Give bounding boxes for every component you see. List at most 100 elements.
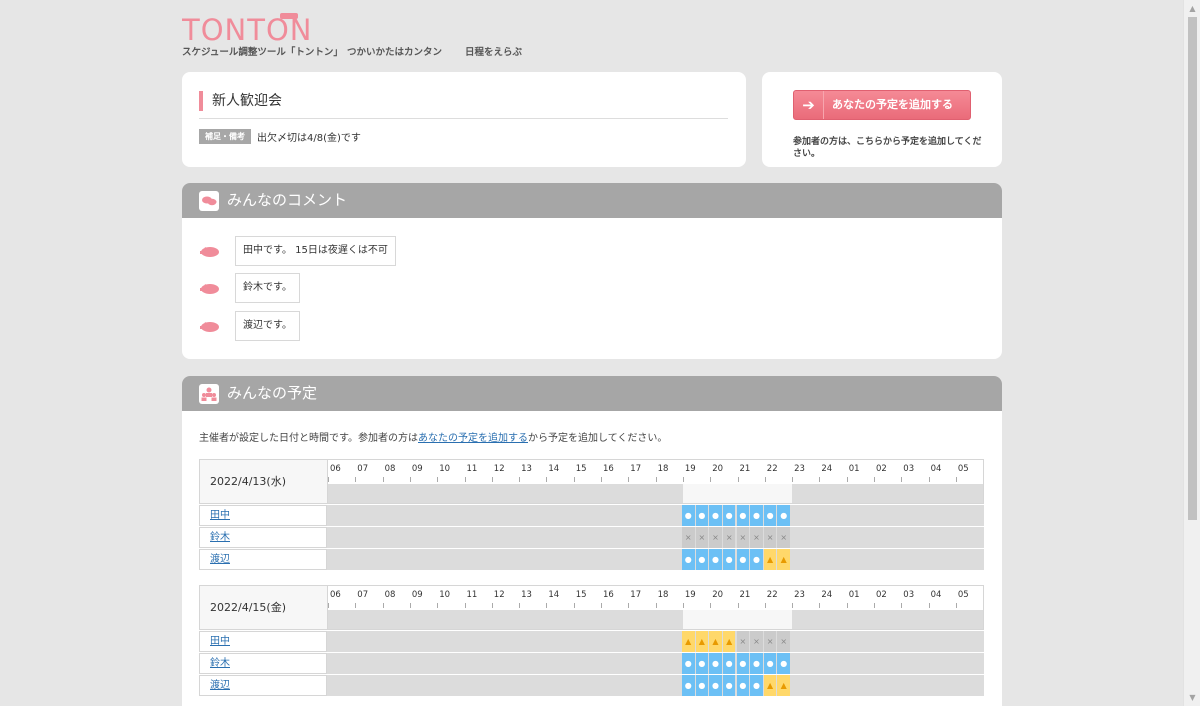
hour-label: 08 xyxy=(384,590,396,600)
nav-howto[interactable]: つかいかたはカンタン xyxy=(347,44,442,58)
comment-bubble: 田中です。 15日は夜遅くは不可 xyxy=(235,236,396,266)
scroll-down-icon[interactable]: ▼ xyxy=(1184,689,1200,706)
person-availability-bar: ▲ ▲ ▲ ▲ × × × × xyxy=(327,631,984,652)
hour-tick xyxy=(573,603,575,608)
date-label: 2022/4/13(水) xyxy=(200,460,328,503)
logo[interactable]: TONTON xyxy=(181,13,322,47)
hour-label: 19 xyxy=(684,464,696,474)
hour-label: 14 xyxy=(548,464,560,474)
hour-tick xyxy=(874,477,875,482)
hour-tick xyxy=(355,603,357,608)
availability-slot-ng: × xyxy=(750,631,763,652)
hour-tick xyxy=(328,603,329,608)
hour-label: 11 xyxy=(466,464,478,474)
hour-label: 09 xyxy=(411,590,423,600)
hour-tick xyxy=(464,477,466,482)
comment-item: 鈴木です。 xyxy=(199,273,300,303)
open-time-range xyxy=(682,610,793,629)
comments-title: みんなのコメント xyxy=(227,191,348,209)
comment-bubble: 渡辺です。 xyxy=(235,311,300,341)
hour-label: 14 xyxy=(548,590,560,600)
availability-slot-ok: ● xyxy=(777,653,791,674)
person-row: 渡辺 ● ● ● ● ● ● ▲ ▲ xyxy=(199,675,984,696)
logo-image: TONTON xyxy=(181,13,311,47)
date-header-row: 2022/4/15(金) 06 07 08 09 10 11 12 13 14 15 16 17 18 19… xyxy=(199,585,984,630)
person-availability-bar: ● ● ● ● ● ● ▲ ▲ xyxy=(327,549,984,570)
hour-tick xyxy=(519,603,521,608)
scroll-thumb[interactable] xyxy=(1188,17,1197,520)
person-name-link[interactable]: 田中 xyxy=(210,636,230,647)
schedule-intro: 主催者が設定した日付と時間です。参加者の方はあなたの予定を追加するから予定を追加… xyxy=(199,429,667,444)
note-text: 出欠〆切は4/8(金)です xyxy=(257,133,361,144)
hour-tick xyxy=(573,477,575,482)
hour-tick xyxy=(601,603,602,608)
add-schedule-link[interactable]: あなたの予定を追加する xyxy=(418,433,528,444)
hour-tick xyxy=(601,477,602,482)
intro-text: 主催者が設定した日付と時間です。参加者の方は xyxy=(199,433,418,444)
hour-label: 23 xyxy=(794,590,805,600)
hour-tick xyxy=(846,477,848,482)
person-name-link[interactable]: 渡辺 xyxy=(210,554,230,565)
note-badge: 補足・備考 xyxy=(199,129,251,144)
availability-slot-ok: ● xyxy=(695,505,709,526)
hour-tick xyxy=(382,603,384,608)
pig-icon xyxy=(200,247,219,257)
hour-label: 06 xyxy=(330,590,341,600)
hour-label: 16 xyxy=(603,464,614,474)
hour-tick xyxy=(409,603,411,608)
person-row: 鈴木 ● ● ● ● ● ● ● ● xyxy=(199,653,984,674)
availability-slot-ng: × xyxy=(750,527,763,548)
hour-label: 13 xyxy=(521,464,532,474)
timeline-bar xyxy=(328,484,983,503)
person-availability-bar: ● ● ● ● ● ● ● ● xyxy=(327,653,984,674)
comment-item: 田中です。 15日は夜遅くは不可 xyxy=(199,236,396,266)
availability-slot-ok: ● xyxy=(750,653,763,674)
hour-label: 17 xyxy=(630,590,642,600)
event-note: 補足・備考 出欠〆切は4/8(金)です xyxy=(199,129,361,144)
nav-choose-date[interactable]: 日程をえらぶ xyxy=(465,44,522,58)
event-title: 新人歓迎会 xyxy=(199,91,282,111)
add-schedule-button[interactable]: ➔ あなたの予定を追加する xyxy=(793,90,971,120)
intro-text-end: から予定を追加してください。 xyxy=(528,433,668,444)
person-name-link[interactable]: 鈴木 xyxy=(210,658,230,669)
person-availability-bar: ● ● ● ● ● ● ● ● xyxy=(327,505,984,526)
hour-label: 10 xyxy=(439,590,451,600)
person-row: 渡辺 ● ● ● ● ● ● ▲ ▲ xyxy=(199,549,984,570)
availability-slot-ng: × xyxy=(777,527,791,548)
hour-label: 10 xyxy=(439,464,451,474)
hour-label: 07 xyxy=(357,590,369,600)
availability-slot-ok: ● xyxy=(736,675,750,696)
hour-label: 20 xyxy=(712,464,724,474)
hour-label: 15 xyxy=(575,464,587,474)
availability-slot-ok: ● xyxy=(722,549,736,570)
availability-slot-ok: ● xyxy=(681,653,695,674)
availability-slot-maybe: ▲ xyxy=(763,675,777,696)
hour-label: 02 xyxy=(876,590,887,600)
hour-tick xyxy=(764,477,766,482)
scroll-up-icon[interactable]: ▲ xyxy=(1184,0,1200,17)
availability-slot-maybe: ▲ xyxy=(777,549,791,570)
hour-label: 18 xyxy=(657,590,669,600)
pig-icon xyxy=(200,284,219,294)
hour-tick xyxy=(628,477,630,482)
hour-tick xyxy=(682,477,684,482)
schedule-card: みんなの予定 主催者が設定した日付と時間です。参加者の方はあなたの予定を追加する… xyxy=(182,376,1002,706)
hour-tick xyxy=(737,477,739,482)
date-label: 2022/4/15(金) xyxy=(200,586,328,629)
person-name-link[interactable]: 鈴木 xyxy=(210,532,230,543)
hour-label: 17 xyxy=(630,464,642,474)
hour-tick xyxy=(519,477,521,482)
hour-tick xyxy=(682,603,684,608)
availability-slot-ok: ● xyxy=(681,675,695,696)
scrollbar[interactable]: ▲ ▼ xyxy=(1183,0,1200,706)
hour-tick xyxy=(546,477,548,482)
person-row: 鈴木 × × × × × × × × xyxy=(199,527,984,548)
person-name-link[interactable]: 渡辺 xyxy=(210,680,230,691)
hour-tick xyxy=(328,477,329,482)
availability-slot-ng: × xyxy=(709,527,722,548)
availability-slot-ok: ● xyxy=(709,505,722,526)
person-name-link[interactable]: 田中 xyxy=(210,510,230,521)
availability-slot-maybe: ▲ xyxy=(695,631,709,652)
hour-tick xyxy=(819,477,821,482)
open-time-range xyxy=(682,484,793,503)
